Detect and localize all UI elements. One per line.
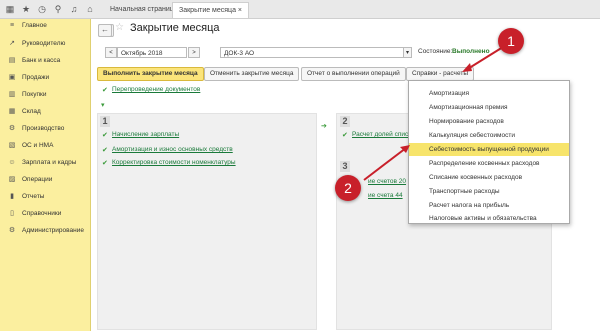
arrow-1-head bbox=[462, 63, 472, 72]
arrow-1-line bbox=[465, 46, 504, 71]
callout-1-badge: 1 bbox=[498, 28, 524, 54]
arrow-2-line bbox=[363, 147, 407, 181]
callout-2-badge: 2 bbox=[335, 175, 361, 201]
